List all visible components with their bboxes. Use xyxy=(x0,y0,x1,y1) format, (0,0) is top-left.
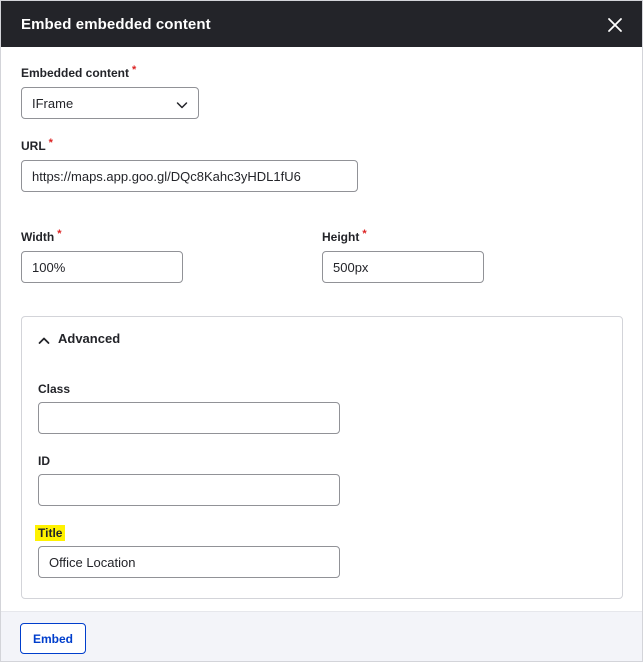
required-mark: * xyxy=(132,64,137,76)
embed-button[interactable]: Embed xyxy=(20,623,86,654)
required-mark: * xyxy=(48,137,53,149)
embedded-content-value: IFrame xyxy=(32,96,74,111)
required-mark: * xyxy=(57,228,62,240)
chevron-down-icon xyxy=(176,98,188,110)
class-input[interactable] xyxy=(38,402,340,434)
id-label: ID xyxy=(38,454,50,468)
advanced-summary-label: Advanced xyxy=(58,331,121,346)
embedded-content-select[interactable]: IFrame xyxy=(21,87,199,119)
advanced-details: Advanced Class ID Title xyxy=(21,316,623,599)
class-label: Class xyxy=(38,382,71,396)
close-icon[interactable] xyxy=(605,15,625,35)
height-label: Height * xyxy=(322,228,367,244)
width-label: Width * xyxy=(21,228,62,244)
chevron-up-icon xyxy=(38,334,50,346)
url-label: URL * xyxy=(21,137,53,153)
dialog-footer: Embed xyxy=(1,611,642,661)
dialog-titlebar: Embed embedded content xyxy=(1,1,642,47)
dialog-title: Embed embedded content xyxy=(21,16,211,33)
required-mark: * xyxy=(362,228,367,240)
embed-dialog: Embed embedded content Embedded content *… xyxy=(0,0,643,662)
id-input[interactable] xyxy=(38,474,340,506)
url-input[interactable] xyxy=(21,160,358,192)
title-label: Title xyxy=(35,525,66,541)
height-input[interactable] xyxy=(322,251,484,283)
embedded-content-label: Embedded content * xyxy=(21,64,137,80)
title-input[interactable] xyxy=(38,546,340,578)
width-input[interactable] xyxy=(21,251,183,283)
